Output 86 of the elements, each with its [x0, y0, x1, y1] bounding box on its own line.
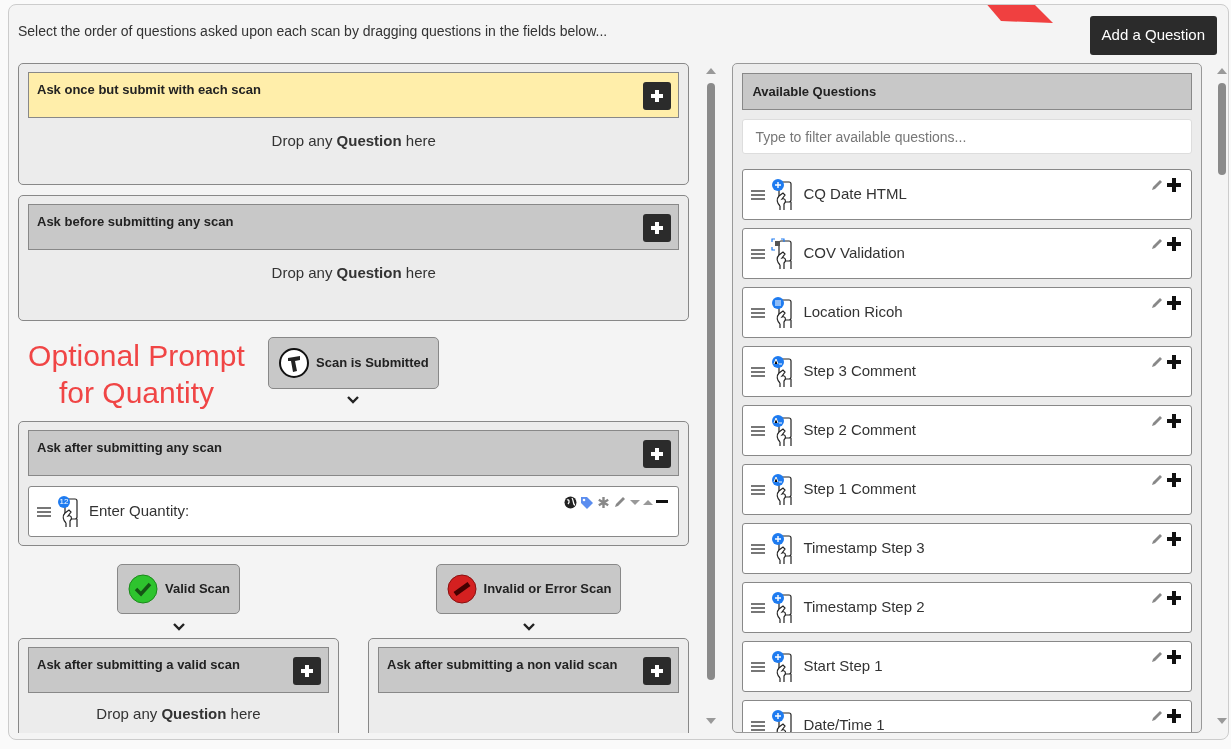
question-label: COV Validation	[803, 243, 905, 264]
plus-icon[interactable]	[1167, 591, 1181, 605]
drag-handle-icon[interactable]	[751, 542, 766, 555]
section-title: Ask after submitting a valid scan	[37, 656, 240, 674]
plus-icon[interactable]	[1167, 355, 1181, 369]
scroll-up-icon[interactable]	[706, 67, 717, 75]
scan-submitted-step: Scan is Submitted	[268, 337, 439, 389]
no-entry-icon	[445, 573, 478, 605]
instruction-text: Select the order of questions asked upon each scan by dragging questions in the fields below...	[18, 22, 608, 41]
question-label: Step 1 Comment	[803, 479, 916, 500]
chevron-down-icon	[521, 622, 536, 632]
drag-handle-icon[interactable]	[751, 188, 766, 201]
plus-icon	[301, 665, 313, 677]
caret-up-icon[interactable]	[643, 498, 654, 506]
plus-icon[interactable]	[1167, 296, 1181, 310]
asterisk-icon[interactable]	[597, 495, 611, 509]
add-button[interactable]	[643, 657, 671, 685]
plus-icon[interactable]	[1167, 532, 1181, 546]
plus-icon[interactable]	[1167, 237, 1181, 251]
question-item[interactable]: 12 Enter Quantity:	[28, 486, 680, 537]
question-label: Step 3 Comment	[803, 361, 916, 382]
section-title: Ask before submitting any scan	[37, 213, 234, 231]
question-item[interactable]: Start Step 1	[742, 641, 1192, 692]
add-button[interactable]	[643, 440, 672, 468]
question-label: Timestamp Step 2	[803, 597, 925, 618]
drop-zone-text: Drop any Question here	[270, 263, 437, 283]
add-button[interactable]	[643, 214, 672, 242]
question-item[interactable]: Step 3 Comment	[742, 346, 1192, 397]
valid-scan-step: Valid Scan	[116, 564, 240, 614]
drag-handle-icon[interactable]	[751, 424, 766, 437]
question-label: Step 2 Comment	[803, 420, 916, 441]
section-title: Ask once but submit with each scan	[37, 81, 261, 99]
question-label: Location Ricoh	[803, 302, 903, 323]
chevron-down-icon	[171, 622, 186, 632]
add-question-button[interactable]: Add a Question	[1089, 16, 1217, 55]
pencil-icon[interactable]	[613, 495, 628, 509]
plus-icon[interactable]	[1167, 650, 1181, 664]
drag-handle-icon[interactable]	[37, 505, 51, 518]
question-label: CQ Date HTML	[803, 184, 907, 205]
plus-icon	[651, 665, 663, 677]
annotation-text: Optional Prompt for Quantity	[27, 338, 246, 411]
scroll-down-icon[interactable]	[1217, 717, 1227, 725]
plus-icon	[651, 222, 664, 234]
caret-down-icon[interactable]	[630, 498, 641, 506]
drag-handle-icon[interactable]	[751, 247, 766, 260]
question-item[interactable]: Step 1 Comment	[742, 464, 1192, 515]
question-label: Start Step 1	[803, 656, 883, 677]
chevron-down-icon	[346, 395, 361, 405]
add-button[interactable]	[293, 657, 321, 685]
drop-zone-text: Drop any Question here	[95, 704, 262, 724]
scrollbar-thumb[interactable]	[707, 83, 716, 680]
scrollbar-thumb[interactable]	[1218, 83, 1226, 175]
question-label: Date/Time 1	[803, 715, 885, 732]
drag-handle-icon[interactable]	[751, 365, 766, 378]
question-item[interactable]: Location Ricoh	[742, 287, 1192, 338]
section-title: Ask after submitting any scan	[37, 439, 222, 457]
drag-handle-icon[interactable]	[751, 306, 766, 319]
question-item[interactable]: COV Validation	[742, 228, 1192, 279]
question-item[interactable]: Date/Time 1	[742, 700, 1192, 732]
drag-handle-icon[interactable]	[751, 660, 766, 673]
question-item[interactable]: CQ Date HTML	[742, 169, 1192, 220]
count-label: 12	[58, 495, 70, 508]
plus-icon[interactable]	[1167, 709, 1181, 723]
minus-icon[interactable]	[656, 500, 669, 504]
section-title: Ask after submitting a non valid scan	[387, 656, 618, 674]
check-icon	[126, 573, 159, 605]
drag-handle-icon[interactable]	[751, 719, 766, 732]
question-item[interactable]: Timestamp Step 3	[742, 523, 1192, 574]
panel-header: Available Questions	[742, 73, 1192, 110]
drag-handle-icon[interactable]	[751, 601, 766, 614]
question-item[interactable]: Step 2 Comment	[742, 405, 1192, 456]
scroll-down-icon[interactable]	[706, 717, 717, 725]
drop-zone-text: Drop any Question here	[270, 131, 437, 151]
filter-field[interactable]: Type to filter available questions...	[742, 119, 1192, 154]
plus-icon	[651, 90, 664, 102]
question-label: Enter Quantity:	[89, 501, 190, 522]
plus-icon[interactable]	[1167, 414, 1181, 428]
plus-icon	[651, 448, 664, 460]
scroll-up-icon[interactable]	[1217, 67, 1227, 75]
drag-handle-icon[interactable]	[751, 483, 766, 496]
plus-icon[interactable]	[1167, 178, 1181, 192]
add-button[interactable]	[643, 82, 672, 110]
plus-icon[interactable]	[1167, 473, 1181, 487]
question-label: Timestamp Step 3	[803, 538, 925, 559]
question-item[interactable]: Timestamp Step 2	[742, 582, 1192, 633]
invalid-scan-step: Invalid or Error Scan	[435, 564, 622, 614]
